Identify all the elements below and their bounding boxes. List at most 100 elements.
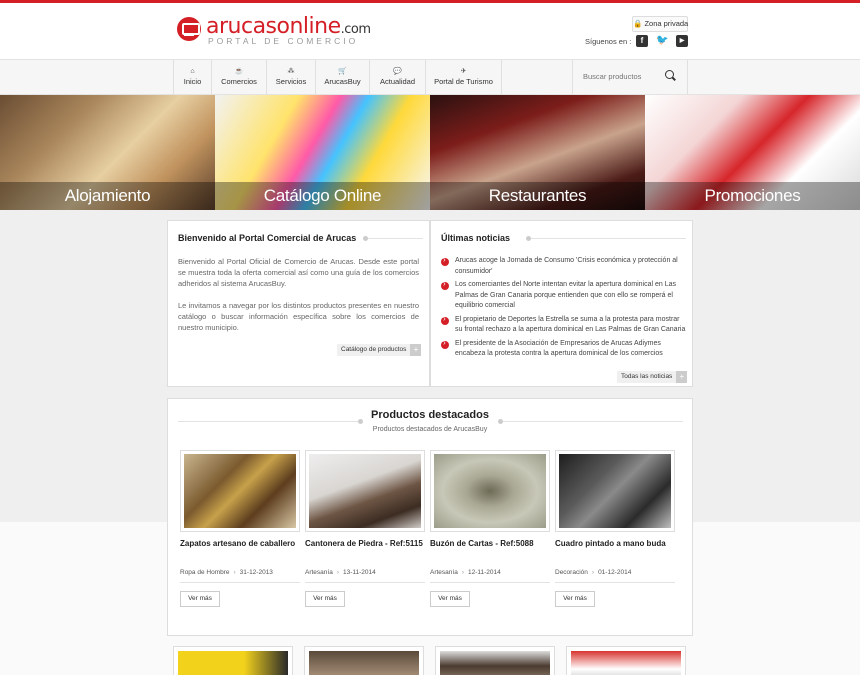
divider-dot — [526, 236, 531, 241]
news-panel: Últimas noticias Arucas acoge la Jornada… — [430, 220, 693, 387]
news-item[interactable]: Los comerciantes del Norte intentan evit… — [441, 279, 687, 312]
product-category: Decoración — [555, 569, 588, 576]
shop-thumbnail[interactable] — [435, 646, 555, 675]
search-input[interactable] — [583, 69, 663, 83]
youtube-icon[interactable]: ▶ — [676, 35, 688, 47]
news-item[interactable]: Arucas acoge la Jornada de Consumo 'Cris… — [441, 255, 687, 277]
divider — [368, 238, 423, 239]
nav-label: Portal de Turismo — [434, 77, 493, 86]
divider — [498, 421, 683, 422]
product-image[interactable] — [430, 450, 550, 532]
view-more-button[interactable]: Ver más — [430, 591, 470, 607]
facebook-icon[interactable]: f — [636, 35, 648, 47]
product-meta: Artesanía › 12-11-2014 — [430, 569, 550, 583]
product-meta: Decoración › 01-12-2014 — [555, 569, 675, 583]
banner-caption: Restaurantes — [430, 182, 645, 210]
product-name[interactable]: Buzón de Cartas - Ref:5088 — [430, 539, 555, 548]
shop-thumbnail[interactable] — [566, 646, 686, 675]
product-image[interactable] — [305, 450, 425, 532]
private-zone-button[interactable]: 🔒 Zona privada — [632, 16, 688, 32]
comments-icon: 💬 — [393, 68, 402, 75]
product-name[interactable]: Cuadro pintado a mano buda — [555, 539, 680, 548]
divider-dot — [498, 419, 503, 424]
product-name[interactable]: Zapatos artesano de caballero — [180, 539, 305, 548]
site-header: arucasonline.com PORTAL DE COMERCIO 🔒 Zo… — [0, 3, 860, 59]
view-more-button[interactable]: Ver más — [305, 591, 345, 607]
nav-actualidad[interactable]: 💬 Actualidad — [370, 60, 426, 94]
chevron-right-icon: › — [461, 569, 464, 576]
divider — [178, 421, 363, 422]
chevron-right-icon: › — [591, 569, 595, 576]
twitter-icon[interactable]: 🐦 — [656, 35, 668, 47]
products-subtitle: Productos destacados de ArucasBuy — [372, 426, 488, 433]
product-category: Ropa de Hombre — [180, 569, 230, 576]
view-more-button[interactable]: Ver más — [180, 591, 220, 607]
follow-label: Síguenos en : — [585, 37, 632, 46]
search-icon[interactable] — [665, 70, 674, 79]
news-item-text: Los comerciantes del Norte intentan evit… — [455, 281, 677, 309]
divider-dot — [358, 419, 363, 424]
news-item[interactable]: El presidente de la Asociación de Empres… — [441, 338, 687, 360]
welcome-text: Bienvenido al Portal Oficial de Comercio… — [178, 256, 419, 344]
nav-label: Comercios — [221, 77, 257, 86]
shop-thumbnail[interactable] — [304, 646, 424, 675]
welcome-title: Bienvenido al Portal Comercial de Arucas — [178, 233, 357, 243]
product-category: Artesanía — [305, 569, 333, 576]
chevron-right-icon: › — [336, 569, 339, 576]
plus-icon: + — [410, 344, 422, 356]
nav-label: Servicios — [275, 77, 307, 86]
nav-servicios[interactable]: ⁂ Servicios — [267, 60, 316, 94]
product-date: 01-12-2014 — [598, 569, 632, 576]
banner-caption: Catálogo Online — [215, 182, 430, 210]
banner-caption: Promociones — [645, 182, 860, 210]
cart-icon: 🛒 — [338, 68, 347, 75]
coffee-icon: ☕ — [234, 68, 244, 75]
news-list: Arucas acoge la Jornada de Consumo 'Cris… — [441, 255, 687, 363]
search-box — [572, 60, 688, 94]
site-logo[interactable]: arucasonline.com PORTAL DE COMERCIO — [177, 14, 371, 47]
banner-caption: Alojamiento — [0, 182, 215, 210]
banner-promociones[interactable]: Promociones — [645, 95, 860, 210]
arrow-bullet-icon — [441, 314, 449, 325]
nav-turismo[interactable]: ✈ Portal de Turismo — [426, 60, 502, 94]
sitemap-icon: ⁂ — [287, 68, 295, 75]
nav-inicio[interactable]: ⌂ Inicio — [173, 60, 212, 94]
product-date: 31-12-2013 — [239, 569, 273, 576]
catalog-button[interactable]: Catálogo de productos + — [337, 344, 422, 356]
nav-arucasbuy[interactable]: 🛒 ArucasBuy — [316, 60, 370, 94]
news-item[interactable]: El propietario de Deportes la Estrella s… — [441, 314, 687, 336]
main-nav: ⌂ Inicio ☕ Comercios ⁂ Servicios 🛒 Aruca… — [0, 59, 860, 95]
banner-catalogo[interactable]: Catálogo Online — [215, 95, 430, 210]
nav-comercios[interactable]: ☕ Comercios — [212, 60, 267, 94]
news-title: Últimas noticias — [441, 233, 511, 243]
product-date: 13-11-2014 — [343, 569, 376, 576]
nav-label: Actualidad — [379, 77, 416, 86]
product-meta: Artesanía › 13-11-2014 — [305, 569, 425, 583]
catalog-button-label: Catálogo de productos — [341, 346, 407, 353]
all-news-button[interactable]: Todas las noticias + — [617, 371, 688, 383]
divider-dot — [363, 236, 368, 241]
home-icon: ⌂ — [190, 68, 195, 75]
product-image[interactable] — [180, 450, 300, 532]
banner-restaurantes[interactable]: Restaurantes — [430, 95, 645, 210]
news-item-text: Arucas acoge la Jornada de Consumo 'Cris… — [455, 257, 678, 275]
arrow-bullet-icon — [441, 279, 449, 290]
product-name[interactable]: Cantonera de Piedra - Ref:5115 — [305, 539, 430, 548]
welcome-paragraph: Bienvenido al Portal Oficial de Comercio… — [178, 257, 419, 288]
cart-logo-icon — [177, 17, 201, 41]
divider — [531, 238, 686, 239]
arrow-bullet-icon — [441, 255, 449, 266]
news-item-text: El presidente de la Asociación de Empres… — [455, 339, 663, 358]
all-news-label: Todas las noticias — [621, 373, 673, 380]
news-item-text: El propietario de Deportes la Estrella s… — [455, 315, 686, 334]
view-more-button[interactable]: Ver más — [555, 591, 595, 607]
welcome-panel: Bienvenido al Portal Comercial de Arucas… — [167, 220, 430, 387]
banner-alojamiento[interactable]: Alojamiento — [0, 95, 215, 210]
plus-icon: + — [676, 371, 688, 383]
product-image[interactable] — [555, 450, 675, 532]
private-zone-label: Zona privada — [644, 19, 689, 28]
shop-thumbnail[interactable] — [173, 646, 293, 675]
tourism-icon: ✈ — [460, 68, 467, 75]
arrow-bullet-icon — [441, 338, 449, 349]
featured-products-panel: Productos destacados Productos destacado… — [167, 398, 693, 636]
